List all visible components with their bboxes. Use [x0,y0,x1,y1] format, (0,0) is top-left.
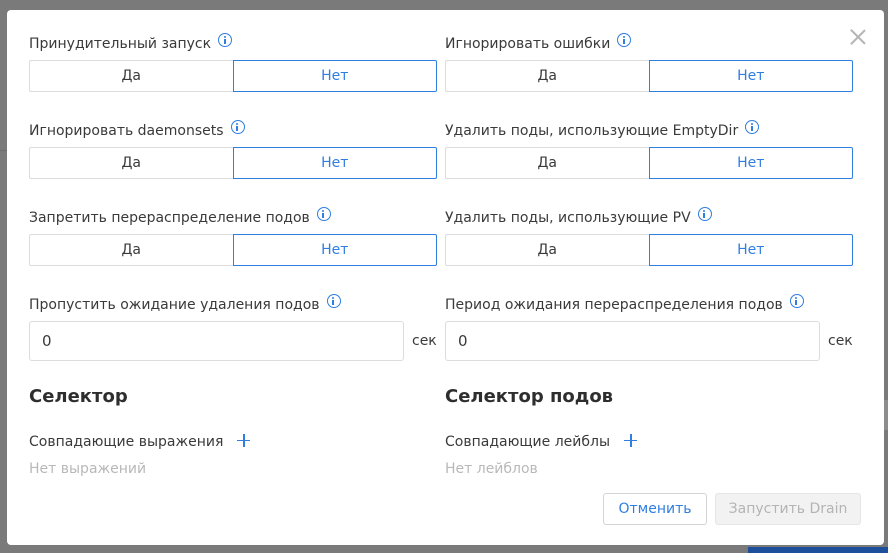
toggle-no[interactable]: Нет [648,234,853,266]
toggle-no[interactable]: Нет [648,147,853,179]
field-label: Пропустить ожидание удаления подов [29,294,437,315]
field-label-text: Удалить поды, использующие EmptyDir [445,123,739,139]
toggle-yes[interactable]: Да [445,60,649,92]
field-label: Период ожидания перераспределения подов [445,294,853,315]
info-icon[interactable] [745,120,760,134]
drain-dialog: Принудительный запуск Да Нет Игнорироват… [7,10,884,545]
info-icon[interactable] [326,294,341,308]
run-drain-button[interactable]: Запустить Drain [715,493,861,525]
yes-no-toggle: Да Нет [445,234,853,266]
field-label-text: Период ожидания перераспределения подов [445,297,783,313]
skip-wait-input[interactable] [29,321,404,361]
field-label: Удалить поды, использующие PV [445,207,853,228]
info-icon[interactable] [697,207,712,221]
match-expressions-row: Совпадающие выражения [29,433,251,450]
toggle-delete-pv: Удалить поды, использующие PV Да Нет [445,207,853,266]
toggle-delete-emptydir: Удалить поды, использующие EmptyDir Да Н… [445,120,853,179]
number-row: сек [445,321,853,361]
toggle-no[interactable]: Нет [232,147,437,179]
toggle-no[interactable]: Нет [232,234,437,266]
field-label-text: Запретить перераспределение подов [29,210,310,226]
number-row: сек [29,321,437,361]
field-label-text: Удалить поды, использующие PV [445,210,691,226]
field-label-text: Игнорировать ошибки [445,36,611,52]
match-labels-row: Совпадающие лейблы [445,433,638,450]
unit-label: сек [828,333,853,349]
add-label-icon[interactable] [624,433,638,447]
match-labels-label: Совпадающие лейблы [445,434,611,450]
field-label: Принудительный запуск [29,33,437,54]
toggle-yes[interactable]: Да [29,147,233,179]
field-label-text: Пропустить ожидание удаления подов [29,297,320,313]
toggle-yes[interactable]: Да [445,234,649,266]
toggle-force: Принудительный запуск Да Нет [29,33,437,92]
toggle-yes[interactable]: Да [29,234,233,266]
unit-label: сек [412,333,437,349]
info-icon[interactable] [789,294,804,308]
add-expression-icon[interactable] [237,433,251,447]
cancel-button[interactable]: Отменить [603,493,707,525]
selector-title: Селектор [29,386,128,407]
field-label: Запретить перераспределение подов [29,207,437,228]
field-label: Игнорировать ошибки [445,33,853,54]
info-icon[interactable] [230,120,245,134]
yes-no-toggle: Да Нет [445,147,853,179]
toggle-no[interactable]: Нет [232,60,437,92]
no-labels-text: Нет лейблов [445,461,538,477]
pod-selector-title: Селектор подов [445,386,614,407]
field-label: Игнорировать daemonsets [29,120,437,141]
yes-no-toggle: Да Нет [29,234,437,266]
toggle-ignore-errors: Игнорировать ошибки Да Нет [445,33,853,92]
toggle-yes[interactable]: Да [29,60,233,92]
field-label: Удалить поды, использующие EmptyDir [445,120,853,141]
grace-period-field: Период ожидания перераспределения подов … [445,294,853,361]
toggle-disable-eviction: Запретить перераспределение подов Да Нет [29,207,437,266]
info-icon[interactable] [617,33,632,47]
yes-no-toggle: Да Нет [29,147,437,179]
field-label-text: Принудительный запуск [29,36,212,52]
yes-no-toggle: Да Нет [445,60,853,92]
toggle-ignore-daemonsets: Игнорировать daemonsets Да Нет [29,120,437,179]
grace-period-input[interactable] [445,321,820,361]
no-expressions-text: Нет выражений [29,461,147,477]
toggle-yes[interactable]: Да [445,147,649,179]
background-primary-button [748,547,888,553]
toggle-no[interactable]: Нет [648,60,853,92]
info-icon[interactable] [218,33,233,47]
skip-wait-field: Пропустить ожидание удаления подов сек [29,294,437,361]
yes-no-toggle: Да Нет [29,60,437,92]
info-icon[interactable] [316,207,331,221]
match-expressions-label: Совпадающие выражения [29,434,224,450]
field-label-text: Игнорировать daemonsets [29,123,224,139]
